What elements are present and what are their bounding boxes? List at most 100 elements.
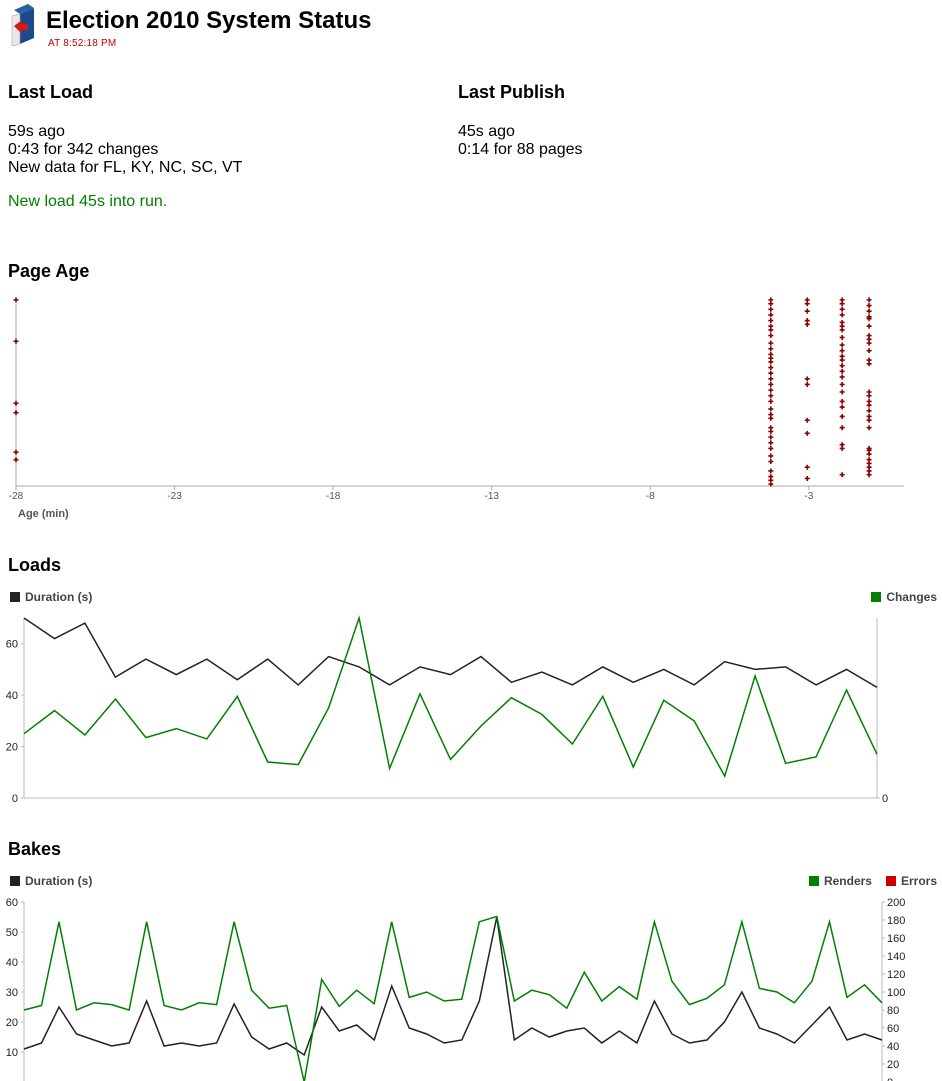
data-point (804, 376, 810, 382)
right-tick-label: 20 (887, 1059, 899, 1071)
last-load-section: Last Load 59s ago 0:43 for 342 changes N… (8, 82, 242, 211)
data-point (839, 381, 845, 387)
legend-duration-label: Duration (s) (25, 874, 93, 888)
data-point (866, 361, 872, 367)
data-point (768, 370, 774, 376)
data-point (866, 393, 872, 399)
data-point (768, 355, 774, 361)
data-point (768, 459, 774, 465)
right-tick-label: 100 (887, 987, 905, 999)
data-point (768, 301, 774, 307)
last-load-note: New load 45s into run. (8, 193, 168, 210)
data-point (804, 321, 810, 327)
data-point (768, 346, 774, 352)
data-point (768, 333, 774, 339)
data-point (839, 306, 845, 312)
last-load-stats: 0:43 for 342 changes (8, 141, 159, 158)
bakes-chart: 10 20 30 40 50 60 0 20 40 60 80 100 120 140 160 180 200 (6, 897, 905, 1081)
bakes-legend-right: Renders Errors (795, 874, 937, 888)
left-tick-label: 50 (6, 927, 18, 939)
data-point (768, 468, 774, 474)
data-point (768, 340, 774, 346)
data-point (839, 301, 845, 307)
last-publish-stats: 0:14 for 88 pages (458, 141, 583, 158)
data-point (866, 297, 872, 303)
series-line-changes (23, 615, 878, 779)
left-tick-label: 0 (12, 793, 18, 805)
data-point (839, 389, 845, 395)
last-load-heading: Last Load (8, 82, 94, 102)
data-point (804, 381, 810, 387)
data-point (768, 365, 774, 371)
data-point (866, 408, 872, 414)
loads-chart: 0 20 40 60 0 (6, 615, 888, 805)
right-tick-label: 80 (887, 1005, 899, 1017)
data-point (866, 308, 872, 314)
right-tick-label: 60 (887, 1023, 899, 1035)
loads-legend-right: Changes (871, 590, 937, 604)
data-point (839, 413, 845, 419)
x-tick-label: -13 (484, 491, 499, 502)
data-point (866, 417, 872, 423)
data-point (13, 449, 19, 455)
page-title: Election 2010 System Status (46, 7, 372, 34)
left-tick-label: 60 (6, 639, 18, 651)
data-point (768, 440, 774, 446)
data-point (839, 368, 845, 374)
x-axis-label: Age (min) (18, 508, 69, 520)
series-line-renders (23, 915, 883, 1081)
data-point (768, 318, 774, 324)
legend-changes-label: Changes (886, 590, 937, 604)
data-point (804, 464, 810, 470)
series-line-duration-s (23, 617, 878, 689)
data-point (768, 406, 774, 412)
left-tick-label: 40 (6, 957, 18, 969)
last-publish-heading: Last Publish (458, 82, 566, 102)
data-point (839, 425, 845, 431)
data-point (839, 398, 845, 404)
right-tick-label: 140 (887, 951, 905, 963)
data-point (804, 301, 810, 307)
data-point (839, 323, 845, 329)
x-tick-label: -8 (646, 491, 655, 502)
data-point (839, 353, 845, 359)
legend-renders-label: Renders (823, 874, 872, 888)
data-point (13, 457, 19, 463)
logo-icon (11, 4, 34, 47)
duration-swatch (10, 876, 20, 886)
last-load-ago: 59s ago (8, 123, 65, 140)
data-point (768, 415, 774, 421)
data-point (768, 381, 774, 387)
right-tick-label: 200 (887, 897, 905, 909)
data-point (839, 363, 845, 369)
data-point (839, 404, 845, 410)
data-point (866, 425, 872, 431)
series-line-duration-s (23, 916, 883, 1057)
data-point (768, 376, 774, 382)
data-point (13, 297, 19, 303)
right-tick-label: 0 (887, 1077, 893, 1081)
right-tick-label: 180 (887, 915, 905, 927)
data-point (768, 306, 774, 312)
data-point (866, 402, 872, 408)
renders-swatch (808, 876, 819, 886)
data-point (804, 308, 810, 314)
legend-errors: Errors (885, 874, 937, 888)
errors-swatch (885, 876, 896, 886)
last-load-states: New data for FL, KY, NC, SC, VT (8, 159, 243, 176)
data-point (839, 374, 845, 380)
page-age-heading: Page Age (8, 261, 90, 281)
data-point (768, 398, 774, 404)
right-tick-label: 0 (882, 793, 888, 805)
data-point (839, 334, 845, 340)
left-tick-label: 40 (6, 690, 18, 702)
x-tick-label: -28 (9, 491, 24, 502)
page-age-chart: -28 -23 -18 -13 -8 -3 Age (min) (9, 297, 904, 520)
data-point (866, 323, 872, 329)
last-publish-section: Last Publish 45s ago 0:14 for 88 pages (458, 82, 583, 159)
loads-legend-left: Duration (s) (10, 590, 92, 604)
duration-swatch (10, 592, 20, 602)
data-point (768, 445, 774, 451)
x-tick-label: -23 (167, 491, 182, 502)
loads-heading: Loads (8, 555, 62, 575)
